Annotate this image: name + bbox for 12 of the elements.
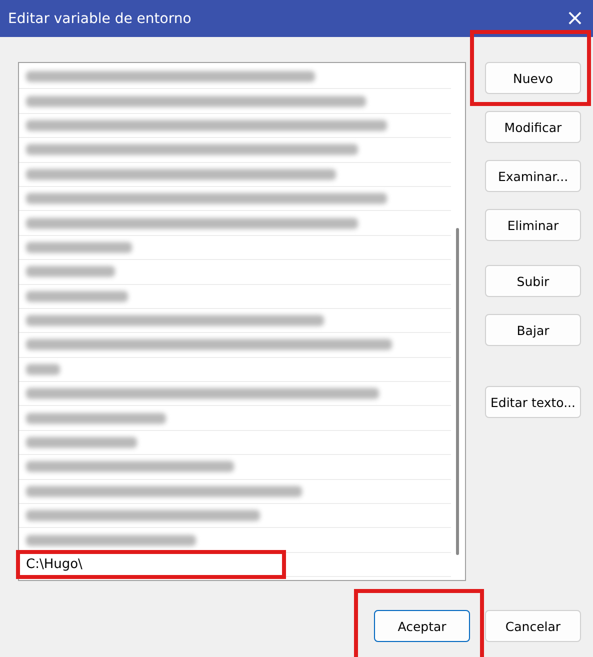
button[interactable]: Aceptar [374,610,470,642]
button[interactable]: Nuevo [485,62,581,94]
button[interactable]: Cancelar [485,610,581,642]
button[interactable]: Editar texto... [485,386,581,418]
button[interactable]: Examinar... [485,160,581,192]
window-title: Editar variable de entorno [8,10,192,26]
button[interactable]: Bajar [485,314,581,346]
button[interactable]: Subir [485,265,581,297]
button[interactable]: Eliminar [485,209,581,241]
list-item[interactable]: C:\Hugo\ [19,552,451,578]
close-button[interactable]: × [557,4,593,34]
button[interactable]: Modificar [485,111,581,143]
